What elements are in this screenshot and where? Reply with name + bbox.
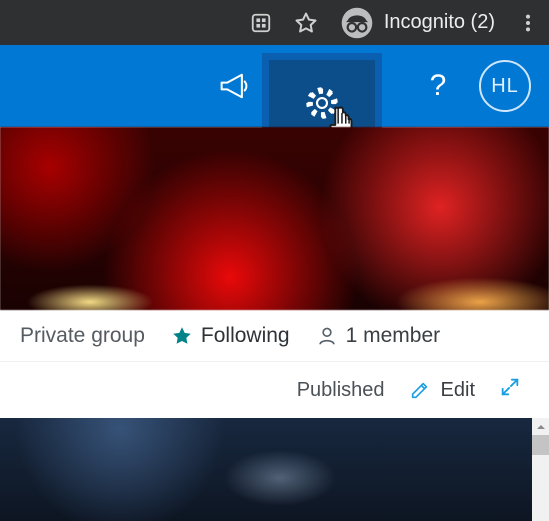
page-status-label: Published <box>297 379 385 402</box>
privacy-label: Private group <box>20 324 145 348</box>
help-icon[interactable]: ? <box>415 63 461 109</box>
pencil-icon <box>409 379 431 401</box>
follow-label: Following <box>201 324 290 348</box>
follow-button[interactable]: Following <box>171 324 290 348</box>
edit-label: Edit <box>441 379 475 402</box>
extensions-icon[interactable] <box>250 12 272 34</box>
members-button[interactable]: 1 member <box>316 324 441 348</box>
scroll-thumb[interactable] <box>532 435 549 455</box>
star-filled-icon <box>171 325 193 347</box>
scroll-up-arrow-icon[interactable] <box>532 418 549 435</box>
site-banner-image <box>0 127 549 310</box>
page-content-image <box>0 418 549 521</box>
site-info-bar: Private group Following 1 member <box>0 310 549 362</box>
expand-button[interactable] <box>499 376 521 404</box>
vertical-scrollbar[interactable] <box>532 418 549 521</box>
members-label: 1 member <box>346 324 441 348</box>
user-avatar[interactable]: HL <box>479 60 531 112</box>
browser-menu-icon[interactable] <box>517 12 539 34</box>
incognito-label: Incognito (2) <box>384 11 495 34</box>
expand-icon <box>499 376 521 398</box>
sharepoint-suite-header: ? HL <box>0 45 549 127</box>
incognito-icon <box>340 6 374 40</box>
incognito-indicator[interactable]: Incognito (2) <box>340 6 495 40</box>
person-icon <box>316 325 338 347</box>
bookmark-star-icon[interactable] <box>294 11 318 35</box>
edit-button[interactable]: Edit <box>409 379 475 402</box>
browser-chrome-bar: Incognito (2) <box>0 0 549 45</box>
megaphone-icon[interactable] <box>211 63 257 109</box>
avatar-initials: HL <box>491 75 519 98</box>
page-action-bar: Published Edit <box>0 362 549 418</box>
